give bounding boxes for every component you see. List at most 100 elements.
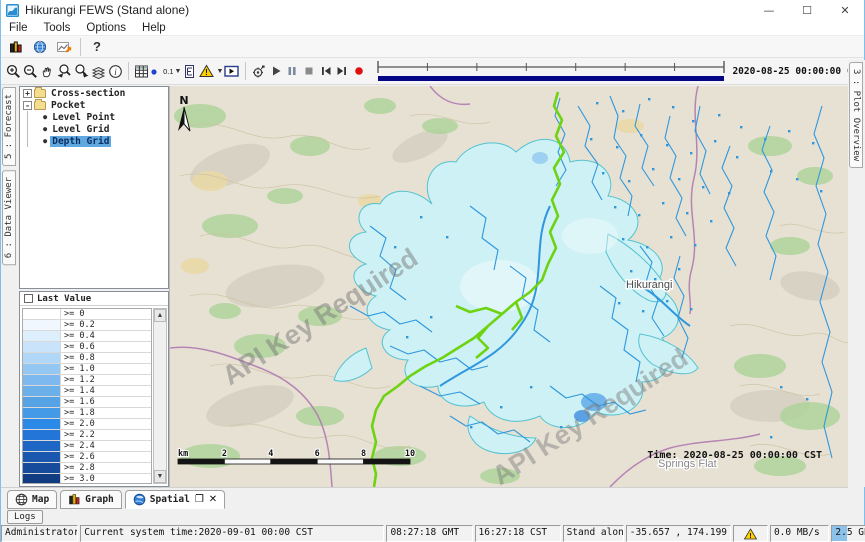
animation-panel-button[interactable] xyxy=(223,60,241,83)
chevron-down-icon: ▼ xyxy=(216,68,223,75)
last-value-checkbox[interactable] xyxy=(24,294,33,303)
legend-row-label: >= 0.2 xyxy=(61,320,95,330)
tree-item-depth-grid[interactable]: ●Depth Grid xyxy=(20,135,168,147)
legend-row[interactable]: >= 0.6 xyxy=(23,342,151,353)
scroll-down-icon[interactable]: ▼ xyxy=(154,470,166,483)
tab-plot-overview[interactable]: 3 : Plot Overview xyxy=(849,62,863,168)
legend-row[interactable]: >= 0.8 xyxy=(23,353,151,364)
layers-icon xyxy=(90,63,107,80)
last-frame-button[interactable] xyxy=(334,60,351,83)
tree-expander-icon[interactable]: + xyxy=(23,89,32,98)
legend-row[interactable]: >= 2.0 xyxy=(23,419,151,430)
warning-dropdown[interactable]: !▼ xyxy=(198,60,223,83)
stop-button[interactable] xyxy=(301,60,318,83)
gear-icon xyxy=(250,63,267,80)
legend-row[interactable]: >= 1.6 xyxy=(23,397,151,408)
map-time-label: Time: 2020-08-25 00:00:00 CST xyxy=(647,449,822,461)
classification-button[interactable] xyxy=(181,60,198,83)
legend-row[interactable]: >= 0.2 xyxy=(23,320,151,331)
zoom-out-button[interactable] xyxy=(22,60,39,83)
tree-item-label: Level Grid xyxy=(50,124,111,135)
record-button[interactable] xyxy=(351,60,368,83)
status-warning[interactable]: ! xyxy=(733,525,768,542)
legend-scrollbar[interactable]: ▲ ▼ xyxy=(153,308,167,484)
map-display-button[interactable] xyxy=(28,37,52,57)
map-canvas[interactable]: API Key Required API Key Required Hikura… xyxy=(169,86,848,487)
timeseries-dialog-button[interactable] xyxy=(52,37,76,57)
maximize-button[interactable]: ☐ xyxy=(788,0,826,20)
timeline-slider[interactable] xyxy=(375,59,727,84)
legend-row[interactable]: >= 1.4 xyxy=(23,386,151,397)
minimize-button[interactable]: — xyxy=(750,0,788,20)
threshold-dropdown[interactable]: 0.1▼ xyxy=(150,60,181,83)
menu-options[interactable]: Options xyxy=(78,22,134,34)
tab-spatial[interactable]: Spatial ❐ ✕ xyxy=(125,490,225,509)
legend-color-swatch xyxy=(23,386,61,396)
tree-item-level-grid[interactable]: ●Level Grid xyxy=(20,123,168,135)
legend-row[interactable]: >= 2.4 xyxy=(23,441,151,452)
tab-graph[interactable]: Graph xyxy=(60,490,122,509)
pan-button[interactable] xyxy=(39,60,56,83)
scroll-up-icon[interactable]: ▲ xyxy=(154,309,166,322)
play-button[interactable] xyxy=(267,60,284,83)
zoom-previous-button[interactable] xyxy=(56,60,73,83)
help-button[interactable]: ? xyxy=(85,37,109,57)
pause-button[interactable] xyxy=(284,60,301,83)
legend-row-label: >= 1.2 xyxy=(61,375,95,385)
menu-file[interactable]: File xyxy=(1,22,36,34)
zoom-in-button[interactable] xyxy=(5,60,22,83)
tab-spatial-label: Spatial xyxy=(150,494,190,505)
logs-button[interactable]: Logs xyxy=(7,510,43,524)
legend-row[interactable]: >= 1.8 xyxy=(23,408,151,419)
info-button[interactable]: i xyxy=(107,60,124,83)
timeline-date: 2020-08-25 00:00:00 CST xyxy=(732,66,864,77)
scale-tick-label: 10 xyxy=(405,449,415,459)
play-box-icon xyxy=(223,63,241,79)
legend-color-swatch xyxy=(23,474,61,484)
explorer-button[interactable] xyxy=(4,37,28,57)
tree-item-pocket[interactable]: -Pocket xyxy=(20,99,168,111)
legend-row[interactable]: >= 0 xyxy=(23,309,151,320)
legend-row[interactable]: >= 2.8 xyxy=(23,463,151,474)
hand-icon xyxy=(39,63,56,80)
north-label: N xyxy=(179,94,188,107)
tab-forecast[interactable]: 5 : Forecast xyxy=(2,87,16,166)
legend-row[interactable]: >= 2.2 xyxy=(23,430,151,441)
close-button[interactable]: ✕ xyxy=(826,0,864,20)
zoom-next-button[interactable] xyxy=(73,60,90,83)
legend-row-label: >= 1.8 xyxy=(61,408,95,418)
tab-data-viewer[interactable]: 6 : Data Viewer xyxy=(2,170,16,265)
tab-map[interactable]: Map xyxy=(7,490,57,509)
legend-color-swatch xyxy=(23,441,61,451)
legend-row[interactable]: >= 1.2 xyxy=(23,375,151,386)
bottom-tab-bar: Map Graph Spatial ❐ ✕ xyxy=(1,487,848,509)
tree-item-cross-section[interactable]: +Cross-section xyxy=(20,87,168,99)
restore-panel-icon[interactable]: ❐ xyxy=(195,494,204,505)
first-frame-button[interactable] xyxy=(317,60,334,83)
legend-row[interactable]: >= 0.4 xyxy=(23,331,151,342)
bar-chart-icon xyxy=(8,39,24,55)
close-panel-icon[interactable]: ✕ xyxy=(209,494,217,505)
status-coordinates: -35.657 , 174.199 xyxy=(626,525,732,542)
menu-tools[interactable]: Tools xyxy=(36,22,79,34)
menu-help[interactable]: Help xyxy=(134,22,174,34)
warning-triangle-icon: ! xyxy=(744,528,757,540)
status-gmt-time: 08:27:18 GMT xyxy=(386,525,472,542)
grid-display-button[interactable] xyxy=(133,60,150,83)
app-window: Hikurangi FEWS (Stand alone) — ☐ ✕ FileT… xyxy=(0,0,865,542)
legend-row-label: >= 2.6 xyxy=(61,452,95,462)
animation-settings-button[interactable] xyxy=(250,60,267,83)
tree-item-label: Depth Grid xyxy=(50,136,111,147)
graph-icon xyxy=(68,493,81,506)
legend-panel: Last Value >= 0>= 0.2>= 0.4>= 0.6>= 0.8>… xyxy=(19,291,169,487)
legend-color-swatch xyxy=(23,309,61,319)
legend-row[interactable]: >= 1.0 xyxy=(23,364,151,375)
right-tab-strip: 3 : Plot Overview xyxy=(848,60,865,487)
tree-item-level-point[interactable]: ●Level Point xyxy=(20,111,168,123)
layers-button[interactable] xyxy=(90,60,107,83)
tree-expander-icon[interactable]: - xyxy=(23,101,32,110)
legend-row[interactable]: >= 3.0 xyxy=(23,474,151,484)
tree-connector xyxy=(27,123,41,135)
legend-row[interactable]: >= 2.6 xyxy=(23,452,151,463)
legend-row-label: >= 1.4 xyxy=(61,386,95,396)
